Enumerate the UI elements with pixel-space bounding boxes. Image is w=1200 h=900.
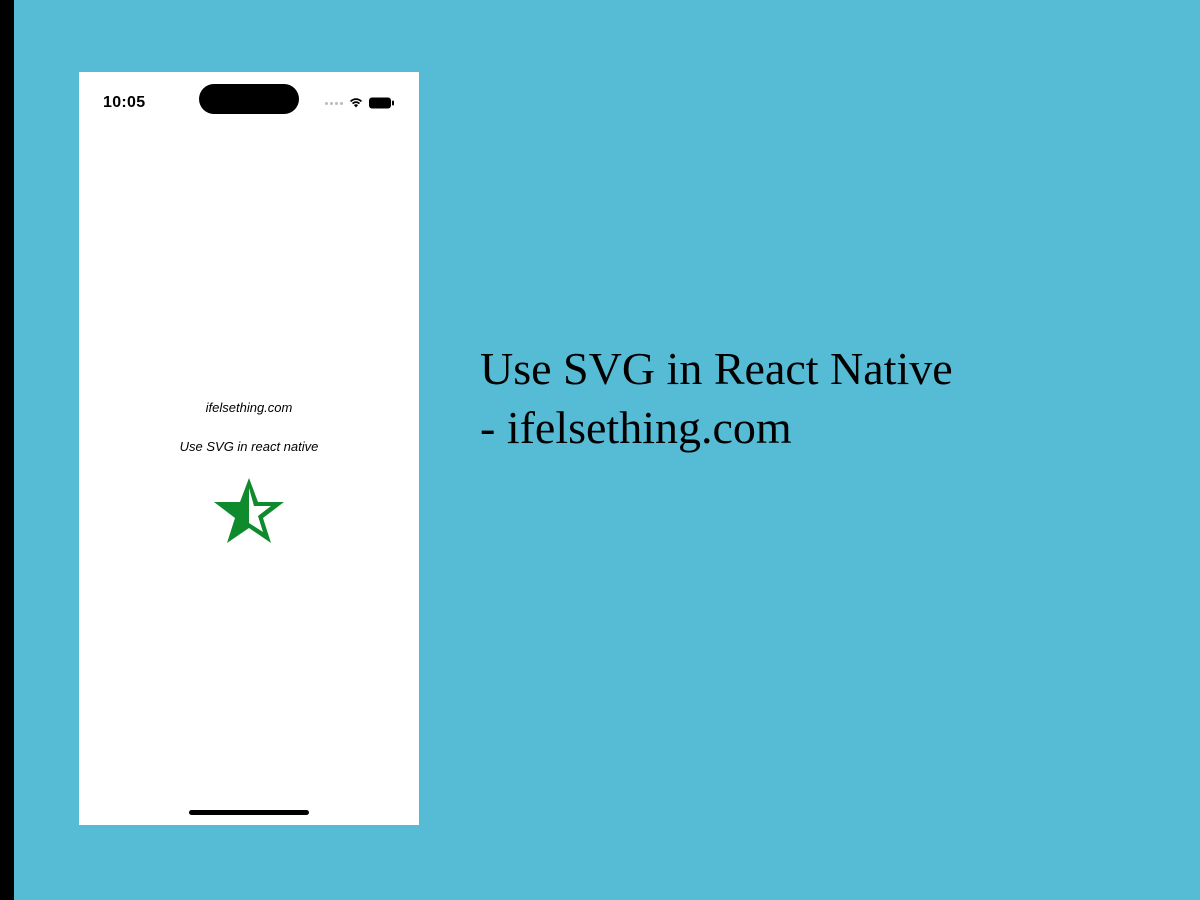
star-half-icon xyxy=(212,476,286,551)
app-title: Use SVG in react native xyxy=(180,439,319,454)
phone-mockup: 10:05 xyxy=(79,72,419,825)
status-time: 10:05 xyxy=(103,94,145,112)
home-indicator xyxy=(189,810,309,815)
battery-icon xyxy=(369,97,395,109)
cellular-signal-icon xyxy=(325,102,343,105)
main-canvas: 10:05 xyxy=(14,0,1200,900)
phone-content: ifelsething.com Use SVG in react native xyxy=(79,122,419,825)
site-label: ifelsething.com xyxy=(206,400,293,415)
status-bar: 10:05 xyxy=(79,72,419,122)
headline-line1: Use SVG in React Native xyxy=(480,343,953,394)
headline-line2: - ifelsething.com xyxy=(480,402,792,453)
headline: Use SVG in React Native - ifelsething.co… xyxy=(480,340,1170,458)
notch xyxy=(199,84,299,114)
status-right xyxy=(325,97,395,109)
left-black-bar xyxy=(0,0,14,900)
wifi-icon xyxy=(348,97,364,109)
